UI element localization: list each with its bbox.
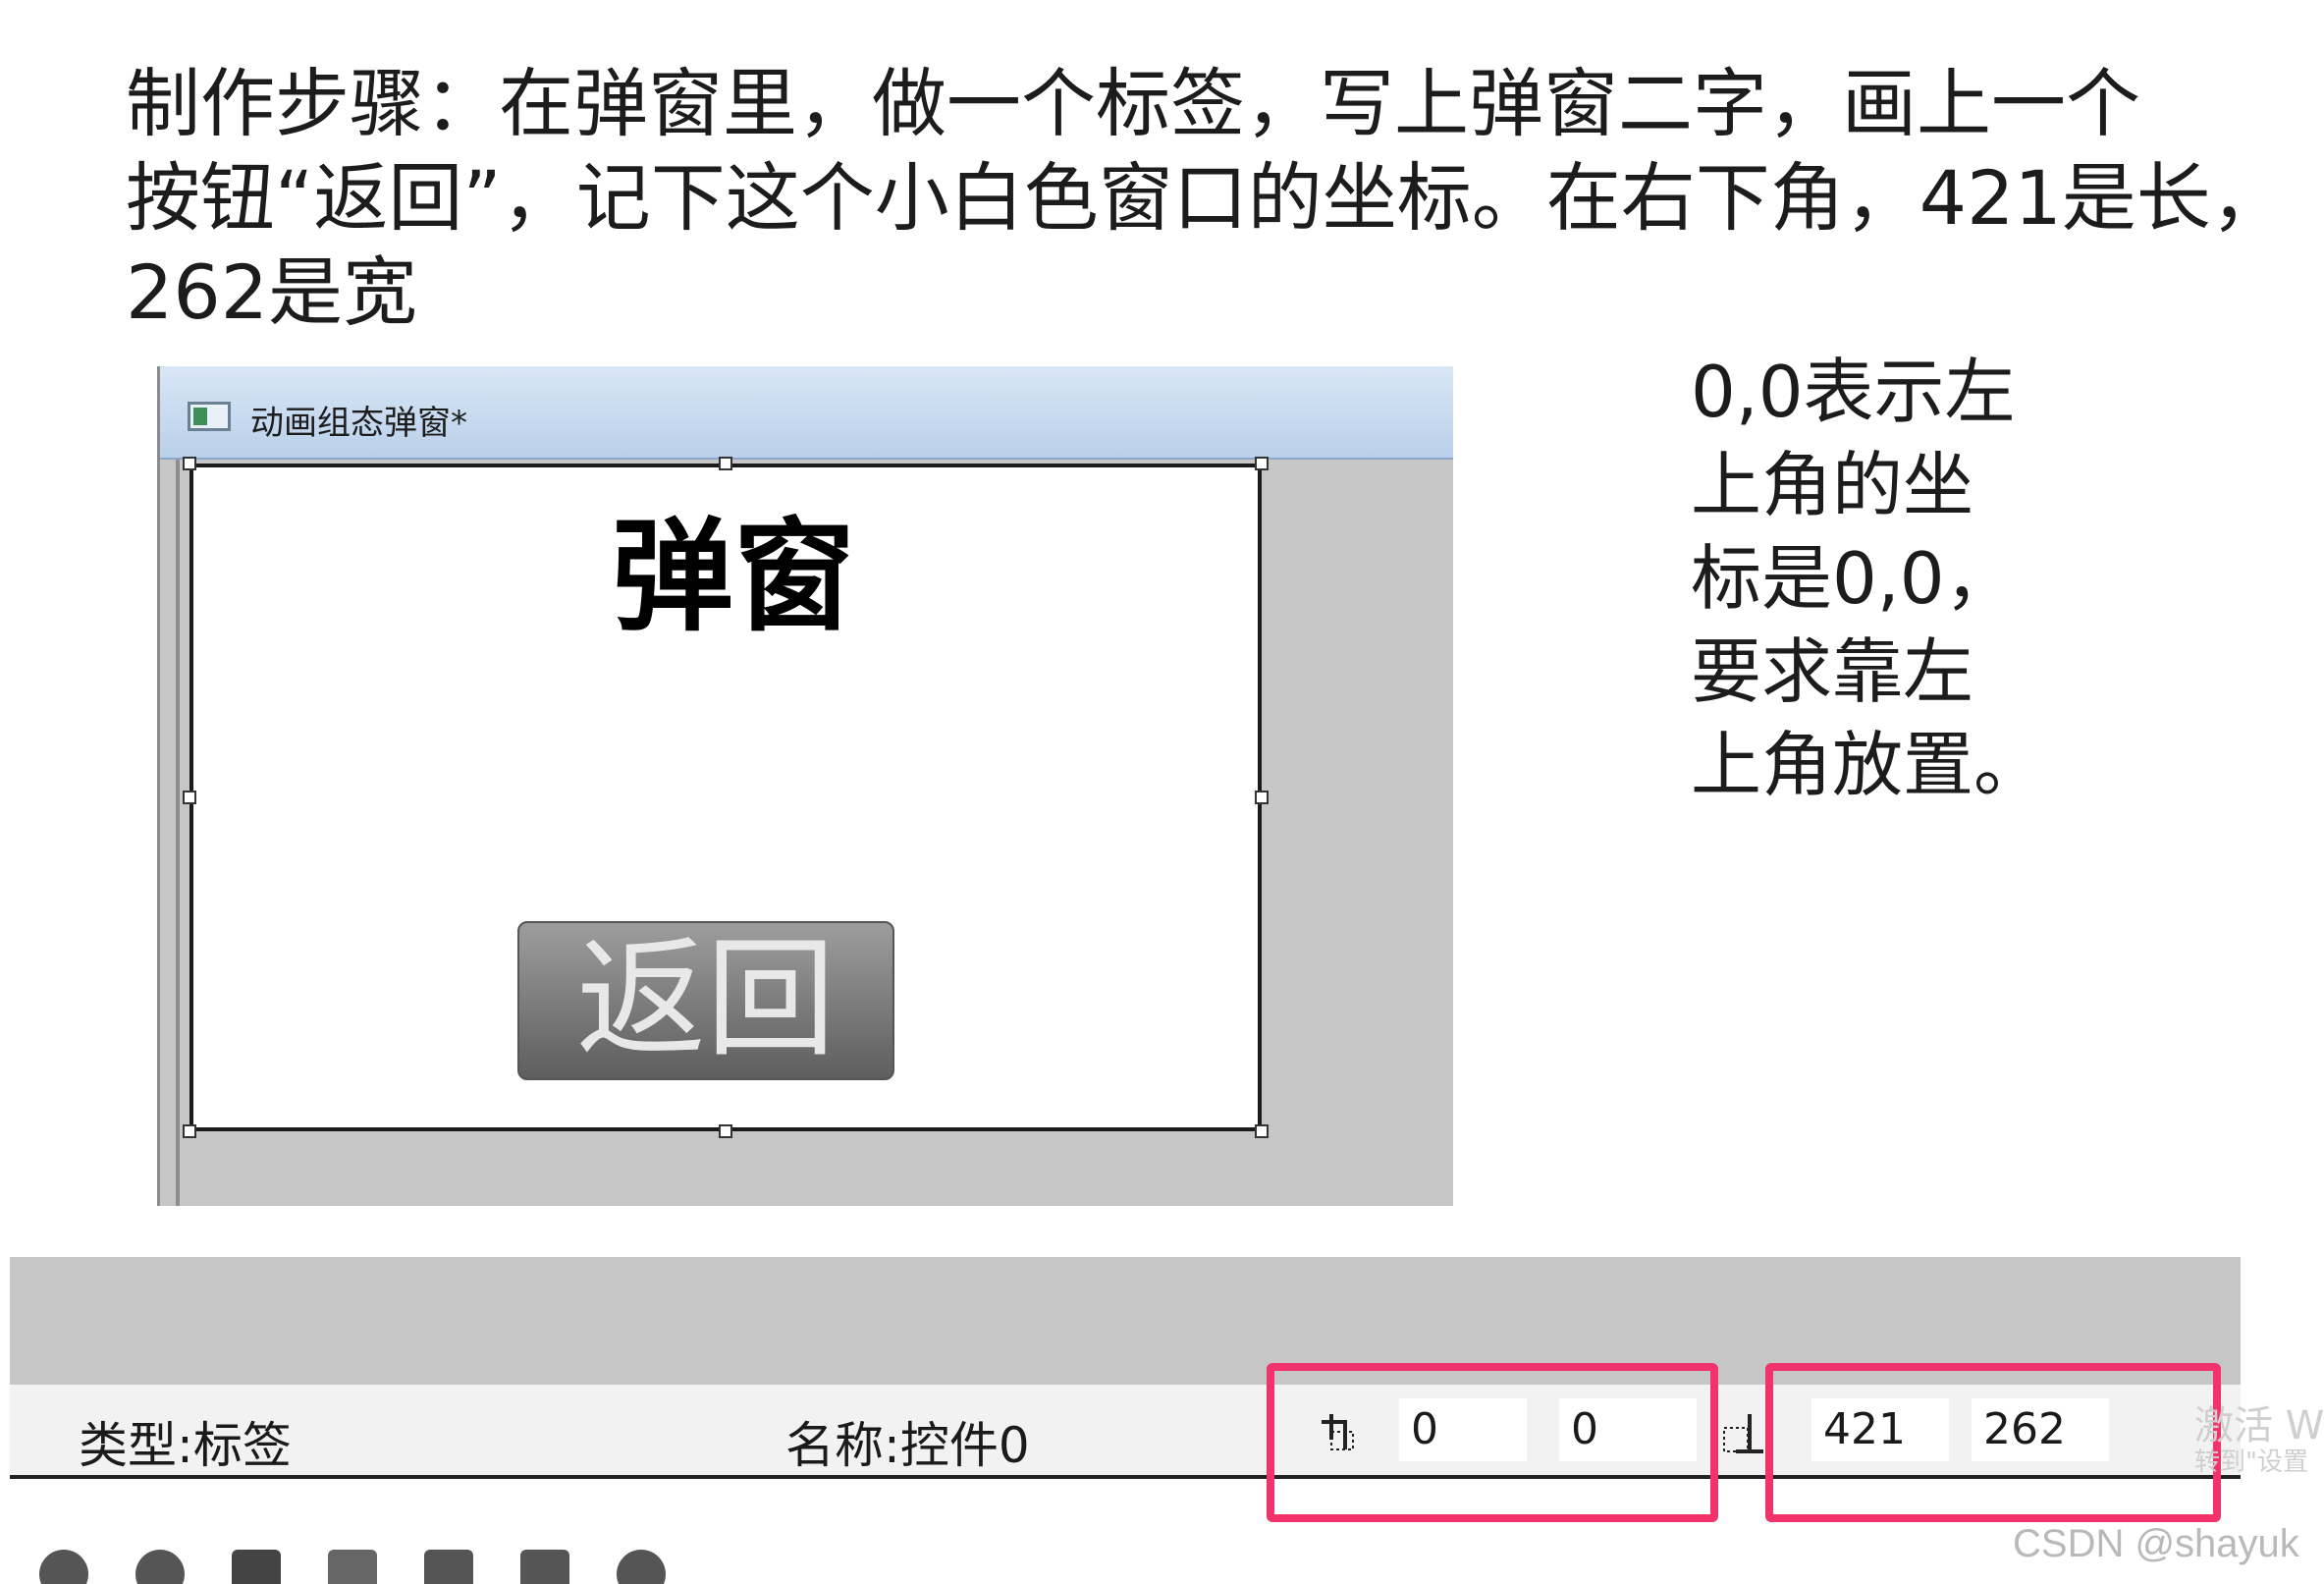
activation-line-1: 激活 W — [2194, 1404, 2324, 1448]
activation-watermark: 激活 W 转到"设置 — [2194, 1404, 2324, 1477]
previous-icon[interactable] — [39, 1550, 88, 1584]
resize-handle-bottom-left[interactable] — [183, 1124, 196, 1138]
designer-titlebar[interactable]: 动画组态弹窗* — [160, 366, 1453, 460]
coordinate-note: 0,0表示左 上角的坐 标是0,0， 要求靠左 上角放置。 — [1691, 346, 2123, 812]
note-line-1: 0,0表示左 — [1691, 351, 2016, 433]
window-icon — [188, 402, 231, 431]
note-line-3: 标是0,0， — [1691, 537, 2016, 620]
next-icon[interactable] — [135, 1550, 185, 1584]
note-line-2: 上角的坐 — [1691, 444, 1974, 526]
resize-handle-top-right[interactable] — [1255, 457, 1269, 470]
activation-line-2: 转到"设置 — [2194, 1447, 2308, 1477]
popup-canvas[interactable]: 弹窗 返回 — [189, 464, 1262, 1131]
instruction-text: 制作步骤：在弹窗里，做一个标签，写上弹窗二字，画上一个 按钮“返回”，记下这个小… — [126, 57, 2305, 340]
pen-icon[interactable] — [232, 1550, 281, 1584]
size-icon — [1723, 1414, 1763, 1453]
resize-handle-left[interactable] — [183, 791, 196, 804]
status-name: 名称:控件0 — [785, 1417, 1030, 1474]
player-toolbar — [31, 1542, 719, 1584]
return-button[interactable]: 返回 — [517, 921, 894, 1080]
note-line-4: 要求靠左 — [1691, 630, 1974, 713]
designer-window-title: 动画组态弹窗* — [250, 404, 467, 443]
resize-handle-right[interactable] — [1255, 791, 1269, 804]
more-icon[interactable] — [617, 1550, 666, 1584]
resize-handle-top[interactable] — [719, 457, 732, 470]
position-highlight-box — [1267, 1363, 1718, 1522]
designer-window: 动画组态弹窗* 弹窗 返回 — [157, 366, 1453, 1206]
csdn-watermark: CSDN @shayuk — [2013, 1522, 2299, 1565]
size-highlight-box — [1765, 1363, 2221, 1522]
note-line-5: 上角放置。 — [1691, 724, 2045, 806]
camera-icon[interactable] — [424, 1550, 473, 1584]
instruction-line-2: 按钮“返回”，记下这个小白色窗口的坐标。在右下角，421是长， — [126, 154, 2286, 242]
resize-handle-bottom[interactable] — [719, 1124, 732, 1138]
left-ruler — [176, 460, 180, 1206]
instruction-line-1: 制作步骤：在弹窗里，做一个标签，写上弹窗二字，画上一个 — [126, 60, 2140, 147]
instruction-line-3: 262是宽 — [126, 248, 418, 336]
popup-label[interactable]: 弹窗 — [586, 477, 881, 654]
resize-handle-bottom-right[interactable] — [1255, 1124, 1269, 1138]
resize-handle-top-left[interactable] — [183, 457, 196, 470]
status-type: 类型:标签 — [79, 1417, 292, 1474]
notes-icon[interactable] — [520, 1550, 569, 1584]
focus-icon[interactable] — [328, 1550, 377, 1584]
